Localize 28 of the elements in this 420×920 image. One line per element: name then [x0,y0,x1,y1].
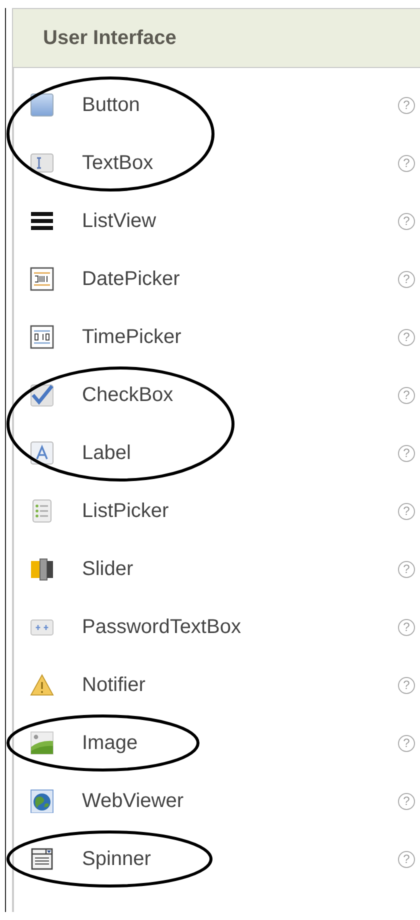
checkmark-icon [30,383,54,407]
component-label[interactable]: CheckBox [82,384,174,406]
calendar-icon [30,267,54,291]
button-icon [30,93,54,117]
list-icon [30,499,54,523]
slider-icon [30,557,54,581]
image-icon [30,731,54,755]
panel-title: User Interface [12,8,420,68]
globe-icon [30,789,54,813]
text-cursor-icon [30,151,54,175]
component-label[interactable]: Label [82,442,131,464]
component-label[interactable]: ListPicker [82,500,169,522]
warning-icon [30,673,54,697]
list-lines-icon [30,209,54,233]
component-label[interactable]: DatePicker [82,268,180,290]
component-label[interactable]: Slider [82,558,134,580]
component-label[interactable]: PasswordTextBox [82,616,241,638]
dropdown-list-icon [30,847,54,871]
clock-digits-icon [30,325,54,349]
component-label[interactable]: ListView [82,210,156,232]
component-label[interactable]: TimePicker [82,326,182,348]
component-label[interactable]: Spinner [82,848,151,870]
letter-icon [30,441,54,465]
component-label[interactable]: Image [82,732,138,754]
component-label[interactable]: Button [82,94,140,116]
component-label[interactable]: WebViewer [82,790,184,812]
component-label[interactable]: Notifier [82,674,146,696]
component-label[interactable]: TextBox [82,152,154,174]
